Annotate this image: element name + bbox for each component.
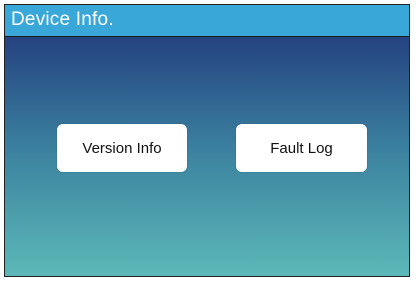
device-screen: Device Info. Version Info Fault Log bbox=[4, 4, 410, 277]
title-bar: Device Info. bbox=[5, 5, 409, 37]
page-title: Device Info. bbox=[11, 9, 114, 30]
version-info-button[interactable]: Version Info bbox=[57, 124, 187, 172]
fault-log-button[interactable]: Fault Log bbox=[236, 124, 367, 172]
version-info-label: Version Info bbox=[82, 139, 162, 157]
fault-log-label: Fault Log bbox=[270, 139, 333, 157]
